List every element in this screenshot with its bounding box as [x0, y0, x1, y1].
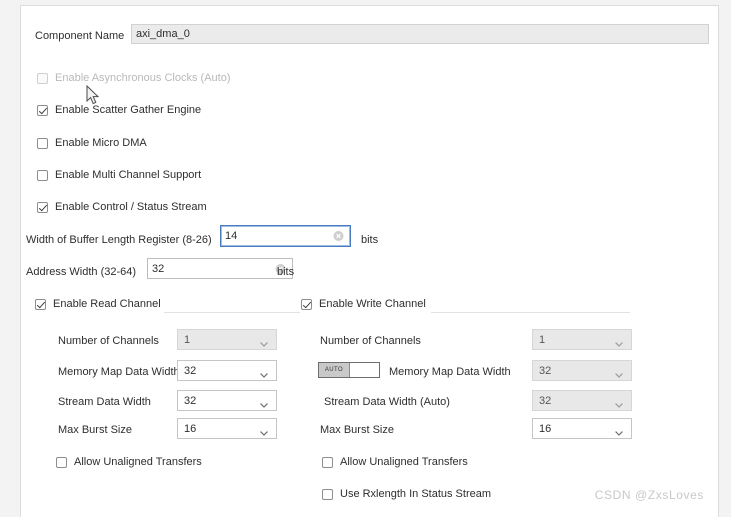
- checkbox-label: Enable Micro DMA: [55, 137, 147, 149]
- chevron-down-icon: [260, 338, 268, 347]
- write-number-of-channels-dropdown[interactable]: 1: [532, 329, 632, 350]
- checkbox-enable-asynchronous-clocks[interactable]: Enable Asynchronous Clocks (Auto): [37, 72, 230, 84]
- dropdown-value: 32: [539, 364, 552, 377]
- checkbox-label: Allow Unaligned Transfers: [74, 456, 202, 468]
- checkbox-enable-multi-channel-support[interactable]: Enable Multi Channel Support: [37, 169, 201, 181]
- read-stream-data-width-dropdown[interactable]: 32: [177, 390, 277, 411]
- write-channel-separator: [431, 312, 630, 313]
- checkbox-box-icon: [35, 298, 46, 310]
- checkbox-label: Allow Unaligned Transfers: [340, 456, 468, 468]
- chevron-down-icon: [260, 369, 268, 378]
- checkbox-box-icon: [56, 456, 67, 468]
- checkbox-box-icon: [322, 488, 333, 500]
- read-channel-title: Enable Read Channel: [53, 298, 161, 310]
- write-max-burst-size-label: Max Burst Size: [320, 424, 394, 436]
- auto-toggle-track: [350, 363, 379, 377]
- buffer-length-value: 14: [225, 230, 238, 242]
- write-memory-map-data-width-dropdown[interactable]: 32: [532, 360, 632, 381]
- dropdown-value: 1: [539, 333, 546, 346]
- checkbox-box-icon: [37, 137, 48, 149]
- read-memory-map-data-width-dropdown[interactable]: 32: [177, 360, 277, 381]
- address-width-input[interactable]: 32: [147, 258, 293, 279]
- component-name-input[interactable]: axi_dma_0: [131, 24, 709, 44]
- dropdown-value: 32: [539, 394, 552, 407]
- buffer-length-unit: bits: [361, 234, 379, 246]
- checkbox-box-icon: [37, 104, 48, 116]
- buffer-length-input[interactable]: 14: [220, 225, 351, 247]
- dialog-background: Component Name axi_dma_0 Enable Asynchro…: [0, 0, 731, 517]
- checkbox-box-icon: [37, 72, 48, 84]
- checkbox-enable-scatter-gather-engine[interactable]: Enable Scatter Gather Engine: [37, 104, 201, 116]
- write-max-burst-size-dropdown[interactable]: 16: [532, 418, 632, 439]
- dropdown-value: 32: [184, 394, 197, 407]
- checkbox-label: Enable Scatter Gather Engine: [55, 104, 202, 116]
- read-channel-separator: [164, 312, 300, 313]
- write-stream-data-width-label: Stream Data Width (Auto): [324, 396, 450, 408]
- address-width-value: 32: [152, 262, 165, 275]
- checkbox-use-rxlength-in-status-stream[interactable]: Use Rxlength In Status Stream: [322, 488, 491, 500]
- checkbox-label: Enable Control / Status Stream: [55, 201, 207, 213]
- dropdown-value: 16: [539, 422, 552, 435]
- customize-ip-panel: Component Name axi_dma_0 Enable Asynchro…: [20, 5, 719, 517]
- checkbox-box-icon: [322, 456, 333, 468]
- watermark-text: CSDN @ZxsLoves: [594, 488, 704, 502]
- checkbox-box-icon: [37, 169, 48, 181]
- checkbox-box-icon: [301, 298, 312, 310]
- chevron-down-icon: [615, 427, 623, 436]
- dropdown-value: 1: [184, 333, 191, 346]
- checkbox-read-allow-unaligned-transfers[interactable]: Allow Unaligned Transfers: [56, 456, 202, 468]
- read-max-burst-size-label: Max Burst Size: [58, 424, 132, 436]
- write-memory-map-data-width-label: Memory Map Data Width: [389, 366, 511, 378]
- checkbox-enable-write-channel[interactable]: Enable Write Channel: [301, 298, 426, 310]
- read-stream-data-width-label: Stream Data Width: [58, 396, 151, 408]
- write-number-of-channels-label: Number of Channels: [320, 335, 421, 347]
- read-memory-map-data-width-label: Memory Map Data Width: [58, 366, 180, 378]
- write-memory-map-auto-toggle[interactable]: AUTO: [318, 362, 380, 378]
- auto-toggle-label: AUTO: [319, 363, 350, 377]
- checkbox-label: Enable Asynchronous Clocks (Auto): [55, 72, 231, 84]
- chevron-down-icon: [260, 399, 268, 408]
- chevron-down-icon: [615, 369, 623, 378]
- chevron-down-icon: [260, 427, 268, 436]
- chevron-down-icon: [615, 399, 623, 408]
- read-number-of-channels-dropdown[interactable]: 1: [177, 329, 277, 350]
- clear-circle-icon[interactable]: [333, 231, 344, 242]
- address-width-unit: bits: [277, 266, 295, 278]
- read-number-of-channels-label: Number of Channels: [58, 335, 159, 347]
- checkbox-label: Enable Multi Channel Support: [55, 169, 202, 181]
- checkbox-enable-read-channel[interactable]: Enable Read Channel: [35, 298, 161, 310]
- checkbox-box-icon: [37, 201, 48, 213]
- write-stream-data-width-dropdown[interactable]: 32: [532, 390, 632, 411]
- chevron-down-icon: [615, 338, 623, 347]
- buffer-length-label: Width of Buffer Length Register (8-26): [26, 234, 212, 246]
- checkbox-label: Use Rxlength In Status Stream: [340, 488, 492, 500]
- write-channel-title: Enable Write Channel: [319, 298, 426, 310]
- component-name-label: Component Name: [35, 30, 125, 42]
- checkbox-enable-micro-dma[interactable]: Enable Micro DMA: [37, 137, 147, 149]
- dropdown-value: 16: [184, 422, 197, 435]
- address-width-label: Address Width (32-64): [26, 266, 137, 278]
- checkbox-write-allow-unaligned-transfers[interactable]: Allow Unaligned Transfers: [322, 456, 468, 468]
- read-max-burst-size-dropdown[interactable]: 16: [177, 418, 277, 439]
- dropdown-value: 32: [184, 364, 197, 377]
- panel-content: Component Name axi_dma_0 Enable Asynchro…: [21, 6, 718, 516]
- checkbox-enable-control-status-stream[interactable]: Enable Control / Status Stream: [37, 201, 207, 213]
